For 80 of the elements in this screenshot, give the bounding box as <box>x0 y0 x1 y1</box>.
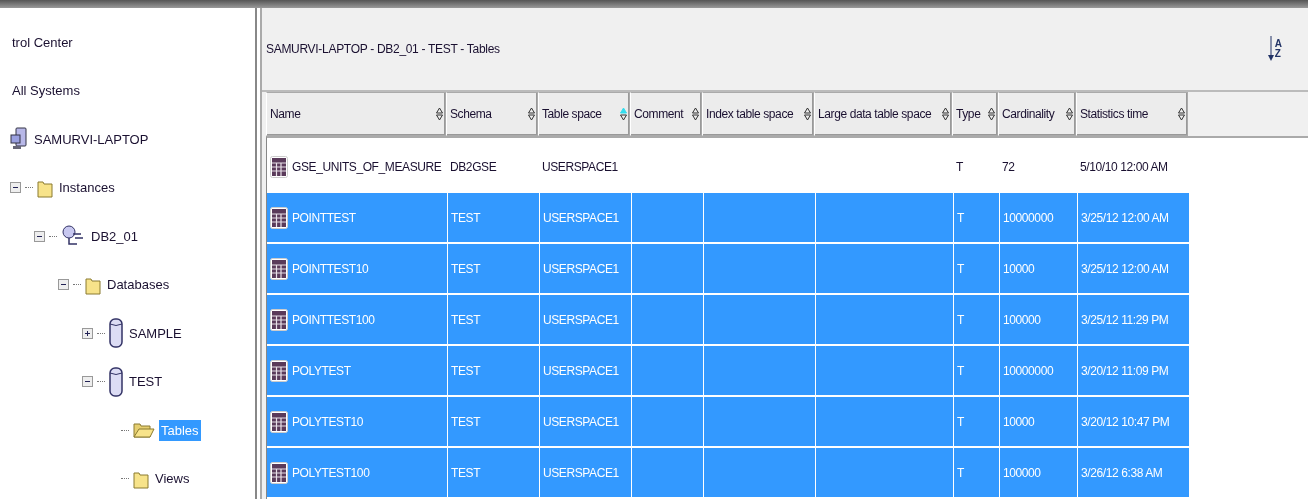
table-cell: USERSPACE1 <box>543 465 619 480</box>
table-cell: TEST <box>451 363 481 378</box>
table-cell: POLYTEST100 <box>292 465 370 480</box>
table-cell: T <box>957 210 964 225</box>
column-header[interactable]: Type <box>952 92 998 136</box>
column-header[interactable]: Cardinality <box>998 92 1076 136</box>
column-header[interactable]: Schema <box>446 92 538 136</box>
table-cell: 10000 <box>1003 261 1035 276</box>
table-cell: POLYTEST <box>292 363 351 378</box>
table-cell: 10000000 <box>1003 363 1054 378</box>
table-cell: POLYTEST10 <box>292 414 364 429</box>
tree-item: trol Center <box>11 33 74 52</box>
column-header[interactable]: Name <box>266 92 446 136</box>
table-cell: 3/25/12 11:29 PM <box>1081 312 1169 327</box>
tree-item[interactable]: Instances <box>57 177 117 199</box>
table-cell: 3/25/12 12:00 AM <box>1081 210 1169 225</box>
table-cell: USERSPACE1 <box>542 159 618 174</box>
table-cell: USERSPACE1 <box>543 261 619 276</box>
database-icon <box>109 318 123 349</box>
table-cell: 3/25/12 12:00 AM <box>1081 261 1169 276</box>
table-icon <box>270 257 288 280</box>
collapse-icon[interactable] <box>10 182 21 194</box>
table-cell: TEST <box>451 261 481 276</box>
table-row[interactable]: GSE_UNITS_OF_MEASURE DB2GSE USERSPACE1 T 72 5/10/10 12:00 AM <box>267 142 1189 191</box>
table-cell: 72 <box>1002 159 1015 174</box>
table-cell: 5/10/10 12:00 AM <box>1080 159 1168 174</box>
computer-icon <box>10 127 28 152</box>
table-cell: TEST <box>451 414 481 429</box>
table-cell: 100000 <box>1003 465 1041 480</box>
collapse-icon[interactable] <box>82 376 93 388</box>
table-icon <box>270 461 288 484</box>
table-icon <box>270 410 288 433</box>
column-header[interactable]: Statistics time <box>1076 92 1188 136</box>
table-cell: 10000000 <box>1003 210 1054 225</box>
table-cell: T <box>957 261 964 276</box>
table-cell: POINTTEST <box>292 210 356 225</box>
table-cell: 3/20/12 10:47 PM <box>1081 414 1170 429</box>
table-cell: POINTTEST100 <box>292 312 375 327</box>
table-cell: TEST <box>451 312 481 327</box>
column-header[interactable]: Comment <box>630 92 702 136</box>
database-icon <box>109 366 123 397</box>
table-cell: POINTTEST10 <box>292 261 369 276</box>
tree-item[interactable]: SAMURVI-LAPTOP <box>32 128 151 150</box>
table-cell: TEST <box>451 210 481 225</box>
table-cell: TEST <box>451 465 481 480</box>
tree-item[interactable]: TEST <box>127 371 165 393</box>
collapse-icon[interactable] <box>34 230 45 242</box>
table-cell: USERSPACE1 <box>543 210 619 225</box>
table-cell: 10000 <box>1003 414 1035 429</box>
table-cell: T <box>957 363 964 378</box>
column-header[interactable]: Large data table space <box>814 92 952 136</box>
tree-item: All Systems <box>11 82 81 101</box>
open-folder-icon <box>133 421 155 440</box>
splitter[interactable] <box>255 8 262 499</box>
table-cell: T <box>956 159 963 174</box>
table-icon <box>270 155 288 178</box>
table-cell: GSE_UNITS_OF_MEASURE <box>292 159 442 174</box>
table-cell: T <box>957 312 964 327</box>
sort-button[interactable]: A Z <box>1267 36 1282 62</box>
table-cell: USERSPACE1 <box>543 414 619 429</box>
column-header[interactable]: Index table space <box>702 92 814 136</box>
table-cell: USERSPACE1 <box>543 363 619 378</box>
tree-item[interactable]: SAMPLE <box>127 322 184 344</box>
table-cell: USERSPACE1 <box>543 312 619 327</box>
table-cell: DB2GSE <box>450 159 497 174</box>
column-header[interactable]: Table space <box>538 92 630 136</box>
tree-item[interactable]: DB2_01 <box>89 225 140 247</box>
panel-title: SAMURVI-LAPTOP - DB2_01 - TEST - Tables <box>266 42 500 56</box>
table-cell: 3/20/12 11:09 PM <box>1081 363 1169 378</box>
collapse-icon[interactable] <box>58 279 69 291</box>
expand-icon[interactable] <box>82 327 93 339</box>
table-cell: T <box>957 414 964 429</box>
table-cell: 100000 <box>1003 312 1041 327</box>
table-icon <box>270 359 288 382</box>
tree-item[interactable]: Views <box>153 468 192 490</box>
table-icon <box>270 206 288 229</box>
tree-item[interactable]: Databases <box>105 274 172 296</box>
table-cell: 3/26/12 6:38 AM <box>1081 465 1163 480</box>
table-cell: T <box>957 465 964 480</box>
table-icon <box>270 308 288 331</box>
